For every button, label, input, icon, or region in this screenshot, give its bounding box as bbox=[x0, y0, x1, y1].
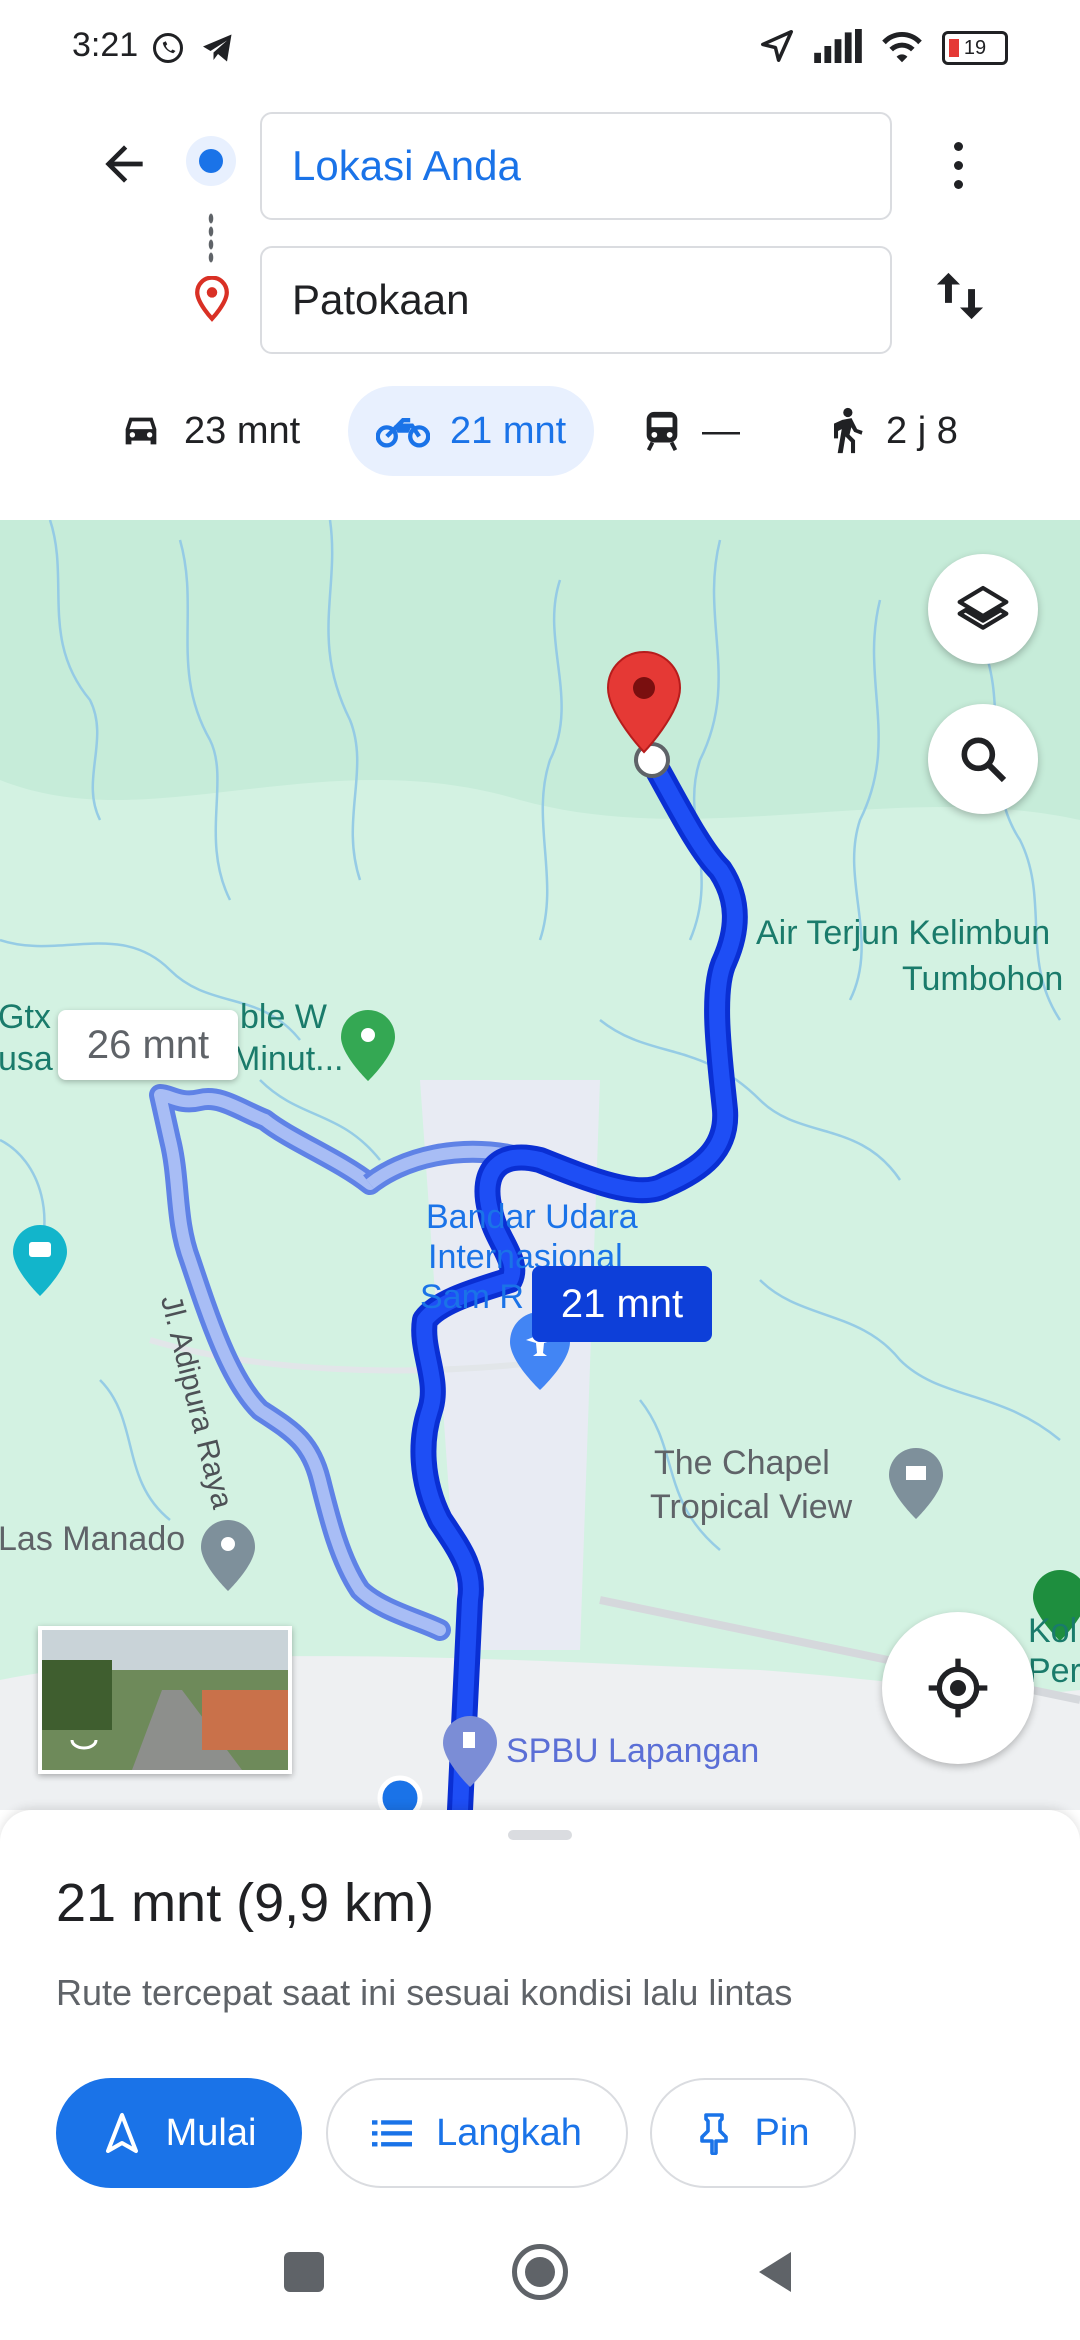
search-icon bbox=[961, 737, 1007, 783]
street-view-thumbnail[interactable] bbox=[38, 1626, 292, 1774]
system-nav-bar bbox=[0, 2220, 1080, 2340]
walk-icon bbox=[834, 407, 863, 454]
home-button[interactable] bbox=[512, 2244, 568, 2300]
main-route-time-bubble[interactable]: 21 mnt bbox=[532, 1266, 712, 1342]
map-label-tumbohon: Tumbohon bbox=[902, 960, 1064, 998]
my-location-icon bbox=[928, 1658, 988, 1718]
transit-icon bbox=[646, 411, 678, 452]
destination-input[interactable]: Patokaan bbox=[260, 246, 892, 354]
route-connector-dots bbox=[208, 212, 214, 264]
alt-route-time-bubble[interactable]: 26 mnt bbox=[58, 1010, 238, 1080]
route-description: Rute tercepat saat ini sesuai kondisi la… bbox=[56, 1972, 793, 2013]
map-label-chapel-1: The Chapel bbox=[654, 1444, 830, 1482]
start-button[interactable]: Mulai bbox=[56, 2078, 302, 2188]
navigation-icon bbox=[105, 2113, 138, 2153]
map-label-usa: usa bbox=[0, 1040, 53, 1078]
pin-button-label: Pin bbox=[754, 2111, 810, 2154]
pin-button[interactable]: Pin bbox=[650, 2078, 856, 2188]
sheet-drag-handle[interactable] bbox=[508, 1830, 572, 1840]
motorcycle-icon bbox=[376, 418, 430, 448]
back-arrow-icon bbox=[105, 145, 143, 183]
tab-car-label: 23 mnt bbox=[184, 409, 301, 452]
triangle-back-icon bbox=[759, 2252, 791, 2292]
battery-icon: 19 bbox=[942, 31, 1008, 65]
swap-vert-icon bbox=[936, 272, 984, 320]
steps-button[interactable]: Langkah bbox=[326, 2078, 628, 2188]
system-back-button[interactable] bbox=[754, 2248, 796, 2301]
search-map-button[interactable] bbox=[928, 704, 1038, 814]
swap-button[interactable] bbox=[932, 266, 988, 326]
telegram-icon bbox=[200, 30, 236, 71]
more-options-button[interactable] bbox=[936, 138, 980, 194]
route-distance: (9,9 km) bbox=[236, 1873, 435, 1933]
more-vert-icon bbox=[953, 138, 963, 189]
map-view[interactable]: Gtx ble W usa Minut... Air Terjun Kelimb… bbox=[0, 520, 1080, 1810]
signal-icon bbox=[814, 28, 862, 68]
map-label-per: Per bbox=[1028, 1652, 1080, 1690]
map-label-manado: Las Manado bbox=[0, 1520, 186, 1558]
steps-button-label: Langkah bbox=[436, 2111, 582, 2154]
layers-button[interactable] bbox=[928, 554, 1038, 664]
home-dot-icon bbox=[525, 2257, 555, 2287]
list-icon bbox=[372, 2120, 413, 2147]
wifi-icon bbox=[880, 28, 924, 69]
route-duration: 21 mnt bbox=[56, 1873, 222, 1933]
map-label-usa-right: Minut... bbox=[232, 1040, 344, 1078]
map-label-airport-1: Bandar Udara bbox=[426, 1198, 638, 1236]
pin-icon bbox=[699, 2113, 728, 2155]
layers-icon bbox=[957, 585, 1009, 630]
my-location-button[interactable] bbox=[882, 1612, 1034, 1764]
origin-dot-icon bbox=[186, 136, 236, 186]
tab-motorcycle[interactable]: 21 mnt bbox=[348, 386, 595, 476]
status-icons: 19 bbox=[758, 26, 1008, 70]
map-base bbox=[0, 520, 1080, 1810]
map-label-kol: Kol bbox=[1028, 1612, 1078, 1650]
start-button-label: Mulai bbox=[165, 2111, 257, 2154]
location-arrow-icon bbox=[758, 27, 796, 70]
tab-transit[interactable]: — bbox=[642, 386, 740, 476]
map-label-waterfall: Air Terjun Kelimbun bbox=[756, 914, 1051, 952]
origin-input[interactable]: Lokasi Anda bbox=[260, 112, 892, 220]
tab-walk[interactable]: 2 j 8 bbox=[826, 386, 958, 476]
status-time: 3:21 bbox=[72, 26, 139, 64]
tab-transit-label: — bbox=[702, 409, 740, 452]
tab-motorcycle-label: 21 mnt bbox=[450, 409, 567, 452]
map-label-gtx: Gtx bbox=[0, 998, 51, 1036]
car-icon bbox=[125, 417, 157, 445]
map-label-gtx-right: ble W bbox=[240, 998, 327, 1036]
tab-car[interactable]: 23 mnt bbox=[118, 386, 300, 476]
travel-mode-tabs: 23 mnt 21 mnt — 2 j 8 bbox=[0, 386, 1080, 476]
map-label-spbu: SPBU Lapangan bbox=[506, 1732, 760, 1770]
map-label-airport-3: Sam R bbox=[420, 1278, 524, 1316]
tab-walk-label: 2 j 8 bbox=[886, 409, 958, 452]
street-view-image bbox=[42, 1630, 288, 1770]
whatsapp-icon bbox=[150, 30, 186, 71]
map-label-chapel-2: Tropical View bbox=[650, 1488, 853, 1526]
back-button[interactable] bbox=[96, 136, 152, 192]
route-summary: 21 mnt (9,9 km) bbox=[56, 1872, 434, 1934]
recents-button[interactable] bbox=[284, 2252, 324, 2292]
destination-pin-icon bbox=[192, 275, 232, 327]
